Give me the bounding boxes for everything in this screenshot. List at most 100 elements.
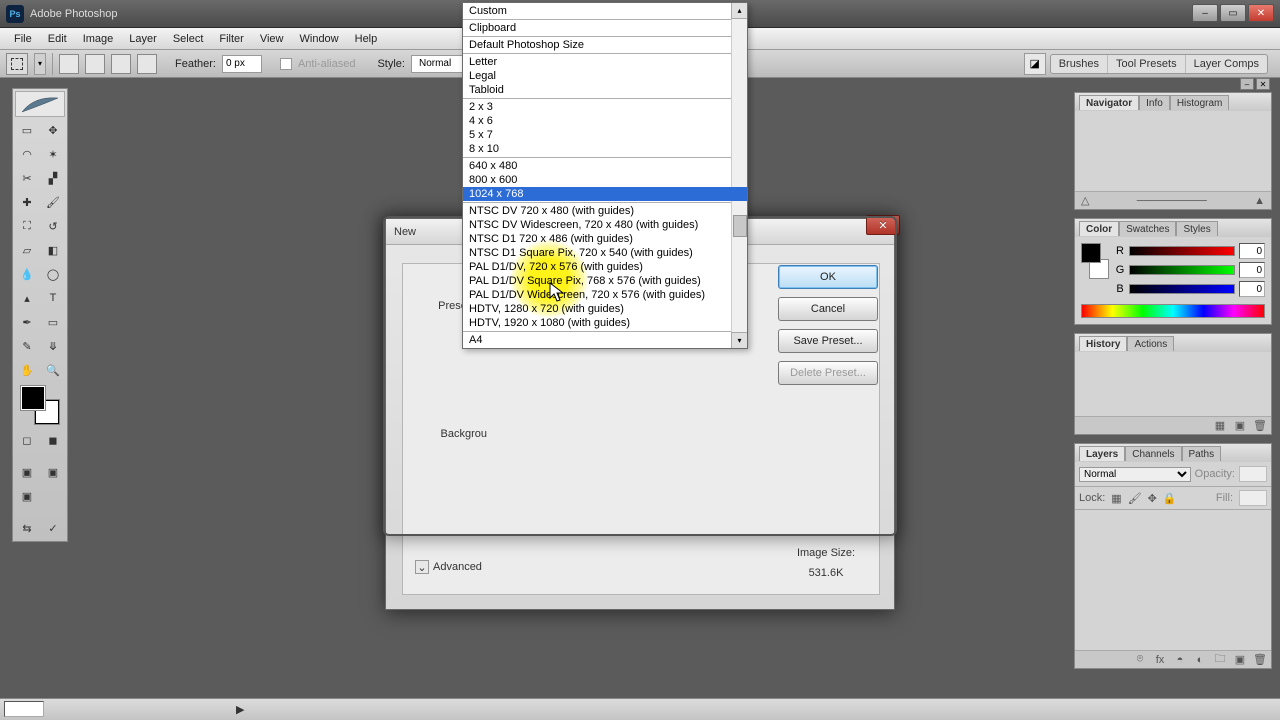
- close-button[interactable]: ✕: [1248, 4, 1274, 22]
- status-zoom-field[interactable]: [4, 701, 44, 717]
- tab-swatches[interactable]: Swatches: [1119, 221, 1176, 236]
- opacity-field[interactable]: [1239, 466, 1267, 482]
- preset-option[interactable]: Tabloid: [463, 83, 747, 97]
- menu-filter[interactable]: Filter: [211, 30, 251, 48]
- brush-tool-icon[interactable]: 🖌: [41, 191, 65, 213]
- history-snapshot-icon[interactable]: ▣: [1233, 419, 1247, 433]
- tab-actions[interactable]: Actions: [1127, 336, 1174, 351]
- tab-history[interactable]: History: [1079, 336, 1127, 351]
- layer-new-icon[interactable]: ▣: [1233, 653, 1247, 667]
- channel-g-slider[interactable]: [1129, 265, 1235, 275]
- cancel-button[interactable]: Cancel: [778, 297, 878, 321]
- lasso-tool-icon[interactable]: ◠: [15, 143, 39, 165]
- preset-option[interactable]: Custom: [463, 4, 747, 18]
- navigator-zoom-out-icon[interactable]: △: [1081, 194, 1089, 207]
- slice-tool-icon[interactable]: ▞: [41, 167, 65, 189]
- antialias-checkbox[interactable]: [280, 58, 292, 70]
- path-select-tool-icon[interactable]: ▴: [15, 287, 39, 309]
- tab-color[interactable]: Color: [1079, 221, 1119, 236]
- preset-option-selected[interactable]: 1024 x 768: [463, 187, 747, 201]
- stamp-tool-icon[interactable]: ⛶: [15, 215, 39, 237]
- healing-brush-tool-icon[interactable]: ✚: [15, 191, 39, 213]
- channel-r-value[interactable]: [1239, 243, 1265, 259]
- shape-tool-icon[interactable]: ▭: [41, 311, 65, 333]
- type-tool-icon[interactable]: T: [41, 287, 65, 309]
- save-preset-button[interactable]: Save Preset...: [778, 329, 878, 353]
- menu-window[interactable]: Window: [292, 30, 347, 48]
- layer-link-icon[interactable]: ⌾: [1133, 653, 1147, 667]
- layer-fx-icon[interactable]: fx: [1153, 653, 1167, 667]
- ok-button[interactable]: OK: [778, 265, 878, 289]
- panel-close-icon[interactable]: ✕: [1256, 78, 1270, 90]
- preset-option[interactable]: Letter: [463, 55, 747, 69]
- channel-g-value[interactable]: [1239, 262, 1265, 278]
- menu-image[interactable]: Image: [75, 30, 122, 48]
- preset-option[interactable]: 8 x 10: [463, 142, 747, 156]
- palette-well-icon[interactable]: ◪: [1024, 53, 1046, 75]
- foreground-color-swatch[interactable]: [20, 385, 46, 411]
- blend-mode-select[interactable]: Normal: [1079, 467, 1191, 482]
- preset-option[interactable]: NTSC DV 720 x 480 (with guides): [463, 204, 747, 218]
- notes-tool-icon[interactable]: ✎: [15, 335, 39, 357]
- preset-option[interactable]: 5 x 7: [463, 128, 747, 142]
- move-tool-icon[interactable]: ✥: [41, 119, 65, 141]
- color-spectrum[interactable]: [1081, 304, 1265, 318]
- marquee-tool-icon[interactable]: ▭: [15, 119, 39, 141]
- pen-tool-icon[interactable]: ✒: [15, 311, 39, 333]
- quickmask-mode-icon[interactable]: ◼: [41, 429, 65, 451]
- tab-layer-comps[interactable]: Layer Comps: [1186, 55, 1267, 73]
- screenmode-standard-icon[interactable]: ▣: [15, 461, 39, 483]
- menu-view[interactable]: View: [252, 30, 292, 48]
- screenmode-full-icon[interactable]: ▣: [15, 485, 39, 507]
- standard-mode-icon[interactable]: ◻: [15, 429, 39, 451]
- preset-option[interactable]: HDTV, 1280 x 720 (with guides): [463, 302, 747, 316]
- tab-histogram[interactable]: Histogram: [1170, 95, 1230, 110]
- preset-option[interactable]: 640 x 480: [463, 159, 747, 173]
- selection-mode-add-icon[interactable]: [85, 54, 105, 74]
- tab-brushes[interactable]: Brushes: [1051, 55, 1108, 73]
- hand-tool-icon[interactable]: ✋: [15, 359, 39, 381]
- selection-mode-intersect-icon[interactable]: [137, 54, 157, 74]
- layer-trash-icon[interactable]: 🗑: [1253, 653, 1267, 667]
- delete-preset-button[interactable]: Delete Preset...: [778, 361, 878, 385]
- crop-tool-icon[interactable]: ✂: [15, 167, 39, 189]
- preset-option[interactable]: 2 x 3: [463, 100, 747, 114]
- preset-option[interactable]: PAL D1/DV, 720 x 576 (with guides): [463, 260, 747, 274]
- active-tool-icon[interactable]: [6, 53, 28, 75]
- preset-option[interactable]: 4 x 6: [463, 114, 747, 128]
- preset-option[interactable]: NTSC D1 Square Pix, 720 x 540 (with guid…: [463, 246, 747, 260]
- tool-preset-dropdown[interactable]: ▾: [34, 53, 46, 75]
- advanced-label[interactable]: Advanced: [433, 561, 482, 573]
- tab-layers[interactable]: Layers: [1079, 446, 1125, 461]
- panel-minimize-icon[interactable]: –: [1240, 78, 1254, 90]
- preset-option[interactable]: A4: [463, 333, 747, 347]
- lock-transparency-icon[interactable]: ▦: [1111, 492, 1121, 505]
- history-trash-icon[interactable]: 🗑: [1253, 419, 1267, 433]
- status-play-icon[interactable]: ▶: [236, 703, 244, 716]
- edit-icon[interactable]: ✓: [41, 517, 65, 539]
- fill-field[interactable]: [1239, 490, 1267, 506]
- tab-navigator[interactable]: Navigator: [1079, 95, 1139, 110]
- color-panel-swatches[interactable]: [1081, 243, 1109, 279]
- preset-option[interactable]: Default Photoshop Size: [463, 38, 747, 52]
- menu-select[interactable]: Select: [165, 30, 212, 48]
- tab-channels[interactable]: Channels: [1125, 446, 1181, 461]
- lock-all-icon[interactable]: 🔒: [1163, 492, 1177, 505]
- menu-file[interactable]: File: [6, 30, 40, 48]
- layer-adjust-icon[interactable]: ◐: [1193, 653, 1207, 667]
- preset-option[interactable]: Clipboard: [463, 21, 747, 35]
- feather-input[interactable]: [222, 55, 262, 73]
- tab-paths[interactable]: Paths: [1182, 446, 1222, 461]
- preset-option[interactable]: HDTV, 1920 x 1080 (with guides): [463, 316, 747, 330]
- advanced-toggle-icon[interactable]: ⌄: [415, 560, 429, 574]
- selection-mode-subtract-icon[interactable]: [111, 54, 131, 74]
- eraser-tool-icon[interactable]: ▱: [15, 239, 39, 261]
- eyedropper-tool-icon[interactable]: ⤋: [41, 335, 65, 357]
- preset-option[interactable]: PAL D1/DV Widescreen, 720 x 576 (with gu…: [463, 288, 747, 302]
- menu-help[interactable]: Help: [347, 30, 386, 48]
- preset-option[interactable]: PAL D1/DV Square Pix, 768 x 576 (with gu…: [463, 274, 747, 288]
- dialog-close-button[interactable]: ✕: [866, 215, 900, 235]
- channel-r-slider[interactable]: [1129, 246, 1235, 256]
- navigator-zoom-in-icon[interactable]: ▲: [1254, 195, 1265, 207]
- blur-tool-icon[interactable]: 💧: [15, 263, 39, 285]
